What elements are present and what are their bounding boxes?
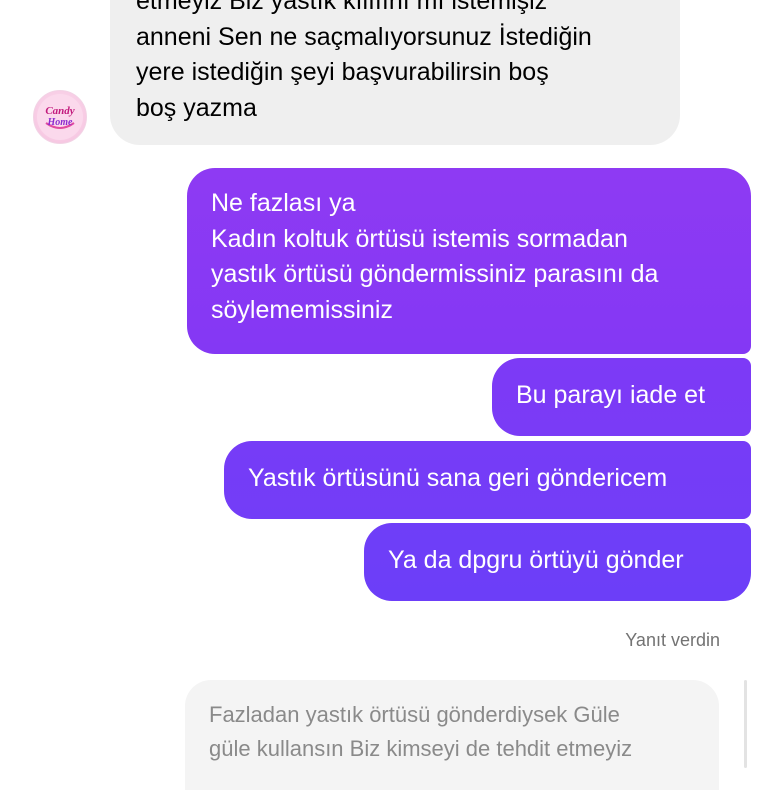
quote-indicator-bar (744, 680, 747, 768)
reply-label: Yanıt verdin (625, 630, 720, 650)
message-line: anneni Sen ne saçmalıyorsunuz İstediğin (136, 22, 592, 51)
message-line: Yastık örtüsünü sana geri göndericem (248, 464, 668, 492)
message-line: yere istediğin şeyi başvurabilirsin boş (136, 58, 549, 86)
svg-text:Candy: Candy (45, 105, 74, 117)
shop-logo-icon: Candy Home (37, 94, 83, 140)
message-line: Ne fazlası ya (211, 189, 356, 217)
quoted-line: güle kullansın Biz kimseyi de tehdit etm… (209, 736, 633, 761)
outgoing-message-bubble[interactable]: Ya da dpgru örtüyü gönder (364, 523, 751, 601)
incoming-message-bubble[interactable]: etmeyiz Biz yastık kılıfını mı istemişiz… (110, 0, 680, 145)
message-line: boş yazma (136, 93, 257, 122)
message-line: söylememissiniz (211, 295, 393, 324)
sender-avatar[interactable]: Candy Home (33, 90, 87, 144)
outgoing-message-bubble[interactable]: Yastık örtüsünü sana geri göndericem (224, 441, 751, 519)
message-line: Ya da dpgru örtüyü gönder (388, 546, 684, 574)
message-line: Bu parayı iade et (516, 381, 706, 409)
message-line: Kadın koltuk örtüsü istemis sormadan (211, 224, 628, 253)
message-line: etmeyiz Biz yastık kılıfını mı istemişiz (136, 0, 548, 15)
quoted-line: Fazladan yastık örtüsü gönderdiysek Güle (209, 702, 620, 727)
quoted-message[interactable]: Fazladan yastık örtüsü gönderdiysek Güle… (185, 680, 719, 790)
outgoing-message-bubble[interactable]: Bu parayı iade et (492, 358, 751, 436)
outgoing-message-bubble[interactable]: Ne fazlası ya Kadın koltuk örtüsü istemi… (187, 168, 751, 354)
message-line: yastık örtüsü göndermissiniz parasını da (211, 260, 659, 288)
svg-text:Home: Home (47, 117, 74, 128)
